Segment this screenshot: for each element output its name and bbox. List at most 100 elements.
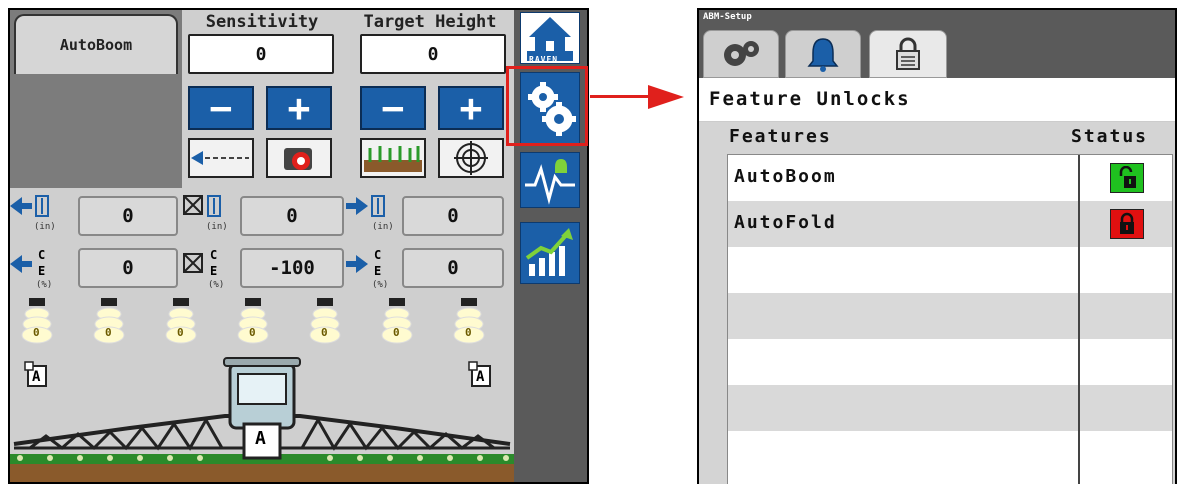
table-row bbox=[728, 431, 1172, 477]
nozzle-icon bbox=[381, 298, 413, 344]
nozzle-indicator: 0 bbox=[452, 298, 486, 350]
autoboom-run-screen: AutoBoom Sensitivity Target Height 0 0 −… bbox=[8, 8, 589, 484]
right-ce-label: C E (%) bbox=[344, 244, 404, 292]
target-height-value-field[interactable]: 0 bbox=[360, 34, 506, 74]
alarm-bell-icon bbox=[807, 38, 839, 72]
tab-header-area: AutoBoom bbox=[10, 10, 182, 188]
control-area: Sensitivity Target Height 0 0 − + − + bbox=[182, 10, 514, 188]
diagnostics-button[interactable] bbox=[520, 152, 580, 208]
callout-arrow-head bbox=[648, 85, 684, 109]
center-box-icon bbox=[183, 253, 203, 273]
sprayer-graphic bbox=[10, 357, 514, 482]
target-height-decrease-button[interactable]: − bbox=[360, 86, 426, 130]
right-ce-field[interactable]: 0 bbox=[402, 248, 504, 288]
section-title: Feature Unlocks bbox=[709, 88, 911, 110]
tab-alarms[interactable] bbox=[785, 30, 861, 78]
performance-chart-icon bbox=[525, 228, 573, 276]
column-separator bbox=[1078, 155, 1080, 484]
feature-table: AutoBoom AutoFold bbox=[727, 154, 1173, 484]
left-boom-height-field[interactable]: 0 bbox=[78, 196, 178, 236]
settings-highlight-box bbox=[506, 66, 588, 146]
feature-table-area: Features Status AutoBoom AutoFold bbox=[699, 122, 1175, 484]
boom-leveling-button[interactable] bbox=[188, 138, 254, 178]
nozzle-icon bbox=[21, 298, 53, 344]
center-ce-field[interactable]: -100 bbox=[240, 248, 344, 288]
feature-name: AutoBoom bbox=[734, 166, 837, 187]
nozzle-value: 0 bbox=[393, 326, 400, 339]
center-height-label: (in) bbox=[182, 192, 238, 236]
table-row bbox=[728, 339, 1172, 385]
crop-icon bbox=[364, 146, 422, 172]
left-arrow-height-icon bbox=[10, 195, 49, 217]
table-row bbox=[728, 247, 1172, 293]
nozzle-indicator: 0 bbox=[236, 298, 270, 350]
nozzle-indicator: 0 bbox=[308, 298, 342, 350]
crop-canopy-button[interactable] bbox=[360, 138, 426, 178]
settings-gears-icon bbox=[724, 41, 759, 66]
section-header: Feature Unlocks bbox=[699, 78, 1175, 122]
nozzle-icon bbox=[237, 298, 269, 344]
right-arrow-icon bbox=[346, 255, 368, 273]
left-height-label: (in) bbox=[10, 192, 76, 236]
home-button[interactable]: RAVEN bbox=[520, 12, 580, 64]
callout-arrow-line bbox=[590, 95, 650, 98]
center-auto-marker: A bbox=[255, 428, 266, 449]
nozzle-icon bbox=[93, 298, 125, 344]
table-row bbox=[728, 293, 1172, 339]
unlocked-lock-icon bbox=[1119, 166, 1136, 188]
center-ce-label: C E (%) bbox=[182, 244, 238, 292]
boom-icon bbox=[191, 151, 249, 165]
sensitivity-value-field[interactable]: 0 bbox=[188, 34, 334, 74]
nozzle-value: 0 bbox=[249, 326, 256, 339]
locked-status-button[interactable] bbox=[1110, 209, 1144, 239]
nozzle-value: 0 bbox=[465, 326, 472, 339]
target-height-increase-button[interactable]: + bbox=[438, 86, 504, 130]
sensitivity-increase-button[interactable]: + bbox=[266, 86, 332, 130]
tab-feature-unlocks[interactable] bbox=[869, 30, 947, 78]
feature-name: AutoFold bbox=[734, 212, 837, 233]
window-title: ABM-Setup bbox=[703, 12, 752, 22]
camera-button[interactable] bbox=[266, 138, 332, 178]
performance-button[interactable] bbox=[520, 222, 580, 284]
nozzle-indicator: 0 bbox=[380, 298, 414, 350]
sensitivity-decrease-button[interactable]: − bbox=[188, 86, 254, 130]
target-icon bbox=[454, 141, 488, 175]
sensitivity-label: Sensitivity bbox=[205, 12, 319, 32]
left-ce-field[interactable]: 0 bbox=[78, 248, 178, 288]
boom-visualization: 0000000 A A A bbox=[10, 294, 514, 482]
target-height-label: Target Height bbox=[363, 12, 497, 32]
nozzle-icon bbox=[309, 298, 341, 344]
setup-tab-bar: ABM-Setup bbox=[699, 10, 1175, 78]
right-boom-height-field[interactable]: 0 bbox=[402, 196, 504, 236]
left-arrow-icon bbox=[10, 255, 32, 273]
alarm-bell-icon bbox=[555, 159, 567, 173]
tab-configuration[interactable] bbox=[703, 30, 779, 78]
features-column-header: Features bbox=[729, 126, 832, 147]
camera-icon bbox=[284, 148, 312, 170]
lock-icon bbox=[896, 37, 920, 70]
abm-setup-screen: ABM-Setup Feature Unlocks Features Statu… bbox=[697, 8, 1177, 484]
center-height-icon bbox=[183, 195, 221, 217]
table-row bbox=[728, 385, 1172, 431]
target-button[interactable] bbox=[438, 138, 504, 178]
nozzle-value: 0 bbox=[177, 326, 184, 339]
nozzle-indicator: 0 bbox=[92, 298, 126, 350]
diagnostics-icon bbox=[525, 159, 575, 205]
boom-readout-area: (in) 0 (in) 0 (in) 0 C E (%) 0 C E (%) -… bbox=[10, 188, 514, 294]
center-boom-height-field[interactable]: 0 bbox=[240, 196, 344, 236]
nozzle-icon bbox=[165, 298, 197, 344]
nozzle-value: 0 bbox=[105, 326, 112, 339]
left-ce-label: C E (%) bbox=[10, 244, 76, 292]
locked-lock-icon bbox=[1120, 212, 1134, 234]
nozzle-value: 0 bbox=[33, 326, 40, 339]
nozzle-indicator: 0 bbox=[164, 298, 198, 350]
right-arrow-height-icon bbox=[346, 195, 385, 217]
tab-autoboom[interactable]: AutoBoom bbox=[14, 14, 178, 74]
nozzle-value: 0 bbox=[321, 326, 328, 339]
nozzle-icon bbox=[453, 298, 485, 344]
right-height-label: (in) bbox=[344, 192, 404, 236]
table-row[interactable]: AutoFold bbox=[728, 201, 1172, 247]
raven-logo: RAVEN bbox=[529, 55, 559, 64]
unlocked-status-button[interactable] bbox=[1110, 163, 1144, 193]
table-row[interactable]: AutoBoom bbox=[728, 155, 1172, 201]
